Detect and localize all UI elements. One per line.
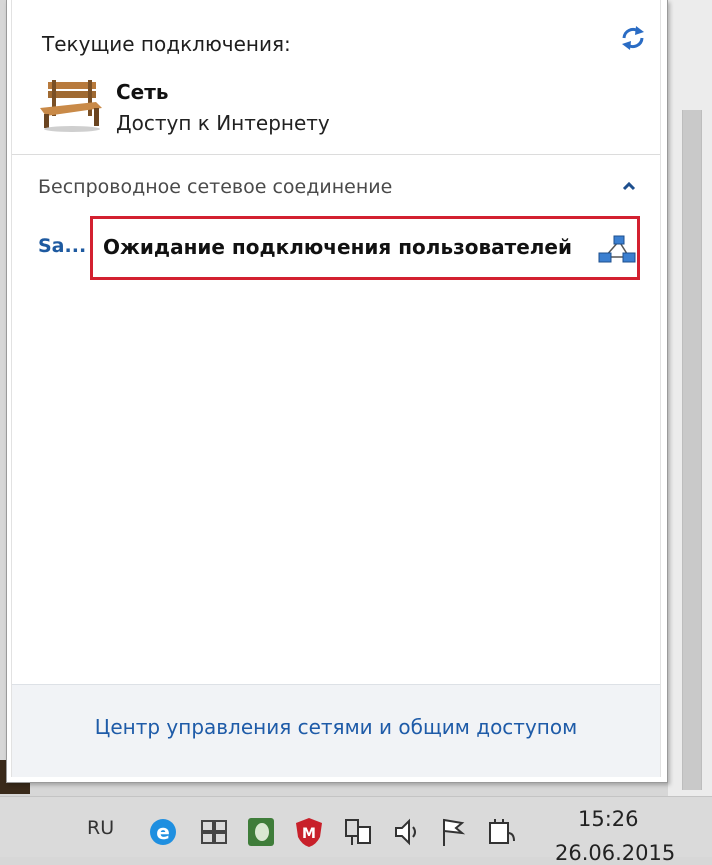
current-connections-heading: Текущие подключения: <box>42 32 291 56</box>
windows-icon[interactable] <box>197 815 231 849</box>
clock-date[interactable]: 26.06.2015 <box>555 841 675 865</box>
svg-text:e: e <box>156 820 170 844</box>
network-flyout-body: Текущие подключения: Сеть Доступ к Интер… <box>11 0 661 777</box>
adhoc-network-icon <box>598 235 636 263</box>
language-indicator[interactable]: RU <box>87 817 114 839</box>
network-center-link[interactable]: Центр управления сетями и общим доступом <box>12 715 660 739</box>
flyout-footer: Центр управления сетями и общим доступом <box>12 684 660 777</box>
ie-icon[interactable]: e <box>146 815 180 849</box>
network-flyout: Текущие подключения: Сеть Доступ к Интер… <box>6 0 668 783</box>
network-icon[interactable] <box>342 815 376 849</box>
power-icon[interactable] <box>484 815 518 849</box>
evernote-icon[interactable] <box>244 815 278 849</box>
highlighted-status-box: Ожидание подключения пользователей <box>90 216 640 280</box>
adhoc-network-name[interactable]: Sa... <box>38 235 86 257</box>
network-status: Доступ к Интернету <box>116 111 330 135</box>
scrollbar-thumb[interactable] <box>682 110 702 790</box>
svg-text:M: M <box>302 826 316 842</box>
window-edge <box>668 0 712 800</box>
mcafee-icon[interactable]: M <box>292 815 326 849</box>
refresh-icon[interactable] <box>618 24 648 52</box>
network-bench-icon <box>40 80 102 132</box>
wireless-section-title: Беспроводное сетевое соединение <box>38 176 393 198</box>
divider <box>12 154 660 155</box>
flag-icon[interactable] <box>436 815 470 849</box>
adhoc-network-status: Ожидание подключения пользователей <box>103 235 572 259</box>
volume-icon[interactable] <box>391 815 425 849</box>
taskbar: RU e M 15:26 26.06.2015 <box>0 796 712 865</box>
clock-time[interactable]: 15:26 <box>578 807 639 831</box>
network-name: Сеть <box>116 80 169 104</box>
chevron-up-icon[interactable] <box>622 181 636 191</box>
